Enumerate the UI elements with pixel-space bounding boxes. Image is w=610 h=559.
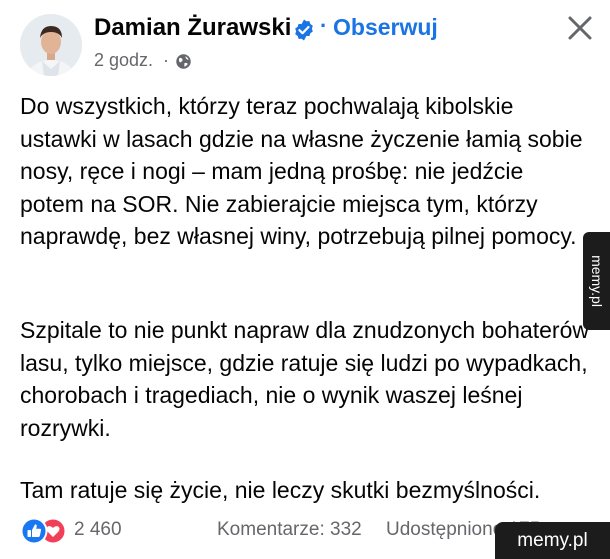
post-paragraph: Szpitale to nie punkt napraw dla znudzon… <box>20 317 589 441</box>
corner-watermark: memy.pl <box>495 522 610 559</box>
post-body: Do wszystkich, którzy teraz pochwalają k… <box>20 90 590 503</box>
comments-link[interactable]: Komentarze: 332 <box>217 519 362 541</box>
post-paragraph: Tam ratuje się życie, nie leczy skutki b… <box>20 477 541 503</box>
side-watermark-text: memy.pl <box>588 255 605 307</box>
globe-icon <box>176 54 191 69</box>
meta-separator-dot: · <box>163 50 169 70</box>
avatar[interactable] <box>20 14 82 76</box>
post-paragraph: Do wszystkich, którzy teraz pochwalają k… <box>20 93 583 249</box>
separator-dot: · <box>320 13 328 38</box>
side-watermark: memy.pl <box>583 232 610 330</box>
reaction-count[interactable]: 2 460 <box>74 519 122 541</box>
author-name[interactable]: Damian Żurawski <box>94 14 291 42</box>
close-icon[interactable] <box>562 10 598 46</box>
post-header: Damian Żurawski · Obserwuj 2 godz. · <box>0 0 610 90</box>
post-timestamp[interactable]: 2 godz. <box>94 50 153 71</box>
reactions-icon[interactable] <box>19 517 71 545</box>
verified-badge-icon <box>295 19 313 41</box>
follow-button[interactable]: Obserwuj <box>333 14 438 41</box>
